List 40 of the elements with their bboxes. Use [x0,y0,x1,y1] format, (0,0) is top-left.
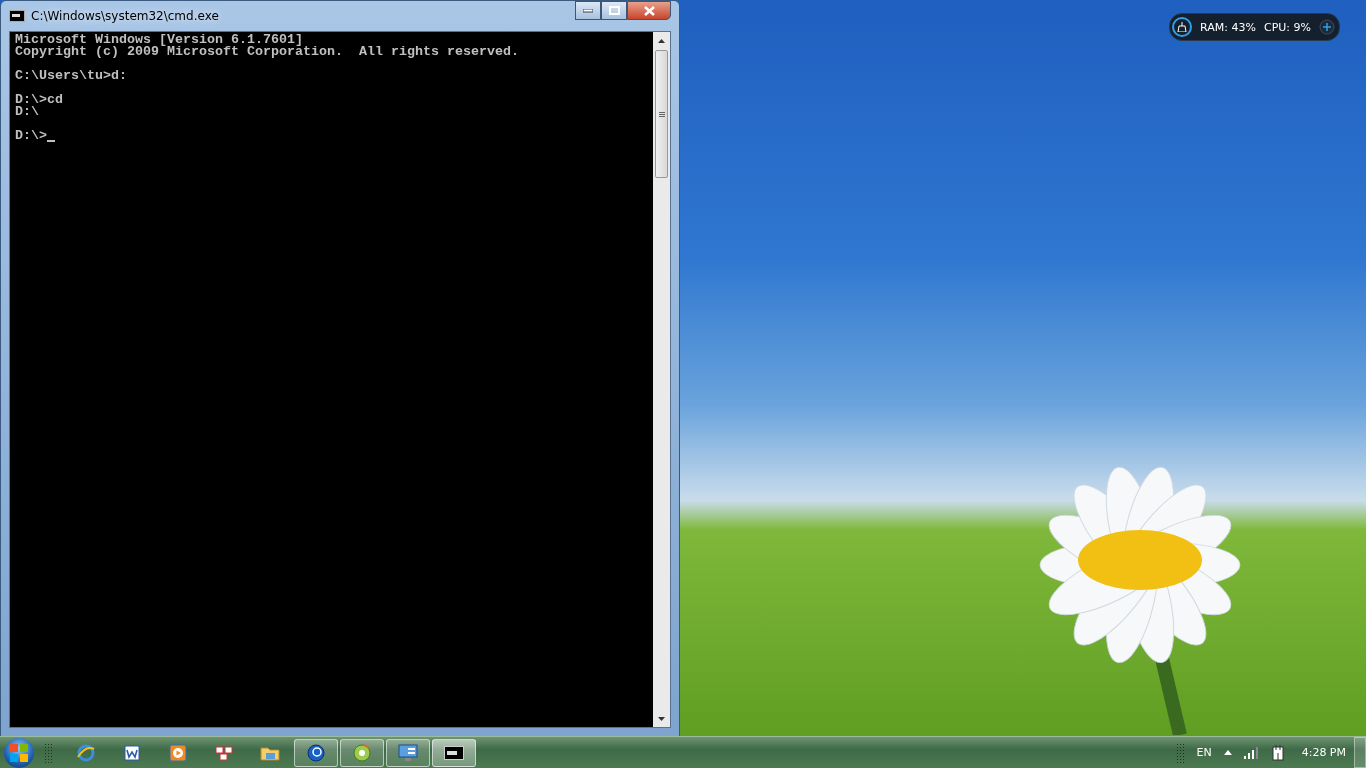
down-arrow-icon [658,716,665,721]
browser-e-icon [76,742,96,763]
globe-icon [306,742,326,763]
window-title: C:\Windows\system32\cmd.exe [31,9,220,23]
close-icon [643,5,655,16]
start-button[interactable] [4,737,34,768]
vertical-scrollbar[interactable] [653,32,670,727]
monitor-icon [398,743,418,762]
grip-icon [658,111,665,117]
console-line: Microsoft Windows [Version 6.1.7601] [15,34,303,46]
console-line: C:\Users\tu>d: [15,70,127,82]
show-desktop-button[interactable] [1354,737,1366,768]
minimize-icon [583,8,593,13]
language-indicator[interactable]: EN [1196,746,1212,759]
play-icon [169,743,187,762]
document-w-icon [123,743,141,762]
ram-reading: RAM: 43% [1200,20,1256,34]
taskbar-button[interactable] [294,738,338,767]
disc-icon [352,742,372,763]
console-icon [9,10,25,22]
tiles-icon [215,743,233,762]
signal-bars-icon[interactable] [1243,746,1260,759]
cpu-reading: CPU: 9% [1263,20,1311,34]
close-button[interactable] [627,1,671,20]
minimize-button[interactable] [575,1,601,20]
maximize-button[interactable] [601,1,627,20]
clock[interactable]: 4:28 PM [1301,746,1346,759]
console-line: D:\> [15,130,47,142]
up-arrow-icon[interactable] [1223,750,1232,755]
up-arrow-icon [658,38,665,43]
console-line: D:\ [15,106,39,118]
console-icon [444,745,464,760]
maximize-icon [608,6,620,15]
windows-flag-icon [9,742,29,763]
scroll-thumb[interactable] [655,50,668,178]
console-line: D:\>cd [15,94,63,106]
console-line: Copyright (c) 2009 Microsoft Corporation. All rights reserved. [15,46,519,58]
taskbar-button[interactable] [432,738,476,767]
plus-icon[interactable] [1319,19,1335,35]
text-cursor [47,140,55,142]
